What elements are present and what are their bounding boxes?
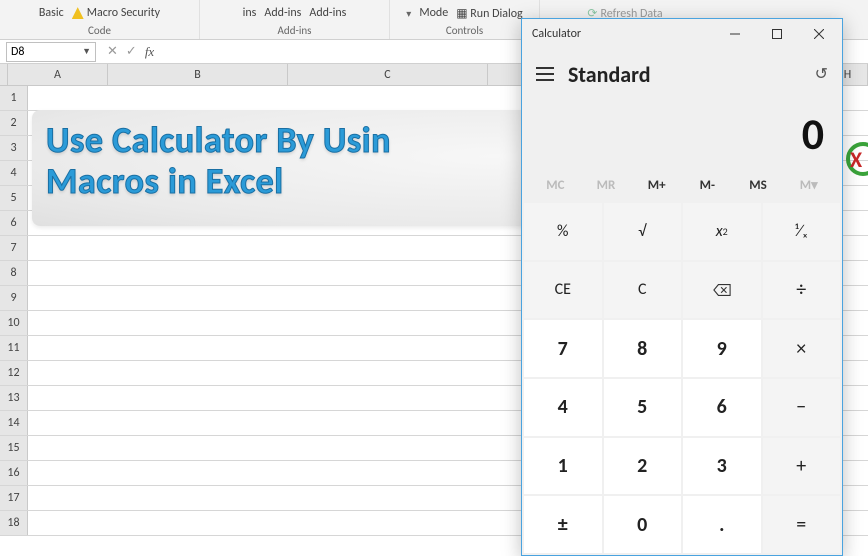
key-reciprocal[interactable]: ¹⁄ₓ [763, 203, 841, 260]
ribbon-addins2[interactable]: Add-ins [309, 6, 346, 20]
key-x²[interactable]: x2 [683, 203, 761, 260]
key-minus[interactable]: − [763, 379, 841, 436]
key-backspace[interactable] [683, 262, 761, 319]
column-header-A[interactable]: A [8, 64, 108, 85]
row-header-17[interactable]: 17 [0, 486, 28, 510]
maximize-button[interactable] [756, 19, 798, 49]
ribbon-ins[interactable]: ins [243, 6, 257, 20]
column-header-B[interactable]: B [108, 64, 288, 85]
row-header-7[interactable]: 7 [0, 236, 28, 260]
key-8[interactable]: 8 [604, 320, 682, 377]
key-4[interactable]: 4 [524, 379, 602, 436]
row-header-14[interactable]: 14 [0, 411, 28, 435]
row-header-15[interactable]: 15 [0, 436, 28, 460]
calculator-display: 0 [522, 99, 842, 169]
row-header-4[interactable]: 4 [0, 161, 28, 185]
select-all-corner[interactable] [0, 64, 8, 85]
minimize-button[interactable] [714, 19, 756, 49]
row-header-12[interactable]: 12 [0, 361, 28, 385]
name-box[interactable]: D8 ▼ [6, 42, 96, 62]
history-icon[interactable]: ↺ [815, 64, 828, 84]
memory-row: MCMRM+M-MSM▾ [522, 169, 842, 201]
name-box-value: D8 [11, 45, 24, 59]
formula-cancel-icon: ✕ [107, 44, 118, 60]
ribbon-run-dialog[interactable]: ▦ Run Dialog [456, 6, 523, 21]
warning-icon [72, 7, 84, 19]
ribbon-mode[interactable]: Mode [419, 6, 448, 20]
row-header-10[interactable]: 10 [0, 311, 28, 335]
close-button[interactable] [798, 19, 840, 49]
key-C[interactable]: C [604, 262, 682, 319]
calculator-keypad: %√x2¹⁄ₓ CEC ÷ 789× 456− 123+ ±0.= [522, 201, 842, 555]
key-2[interactable]: 2 [604, 438, 682, 495]
row-header-16[interactable]: 16 [0, 461, 28, 485]
ribbon-addins1[interactable]: Add-ins [264, 6, 301, 20]
logo-fragment: X [844, 140, 868, 180]
memory-mr: MR [581, 169, 632, 201]
key-1[interactable]: 1 [524, 438, 602, 495]
memory-ms[interactable]: MS [733, 169, 784, 201]
row-header-18[interactable]: 18 [0, 511, 28, 535]
calculator-window: Calculator Standard ↺ 0 MCMRM+M-MSM▾ %√x… [521, 18, 843, 556]
row-header-2[interactable]: 2 [0, 111, 28, 135]
key-percent[interactable]: % [524, 203, 602, 260]
hamburger-menu-icon[interactable] [536, 67, 554, 81]
key-plusminus[interactable]: ± [524, 496, 602, 553]
row-header-8[interactable]: 8 [0, 261, 28, 285]
ribbon-group-addins-label: Add-ins [278, 24, 312, 37]
key-plus[interactable]: + [763, 438, 841, 495]
key-7[interactable]: 7 [524, 320, 602, 377]
key-CE[interactable]: CE [524, 262, 602, 319]
memory-mdropdown: M▾ [783, 169, 834, 201]
row-header-6[interactable]: 6 [0, 211, 28, 235]
memory-m+[interactable]: M+ [631, 169, 682, 201]
formula-enter-icon: ✓ [126, 44, 137, 60]
ribbon-group-controls-label: Controls [446, 24, 483, 37]
row-header-13[interactable]: 13 [0, 386, 28, 410]
memory-m-[interactable]: M- [682, 169, 733, 201]
key-0[interactable]: 0 [604, 496, 682, 553]
key-9[interactable]: 9 [683, 320, 761, 377]
row-header-3[interactable]: 3 [0, 136, 28, 160]
key-equals[interactable]: = [763, 496, 841, 553]
column-header-C[interactable]: C [288, 64, 488, 85]
calculator-titlebar[interactable]: Calculator [522, 19, 842, 49]
key-multiply[interactable]: × [763, 320, 841, 377]
key-3[interactable]: 3 [683, 438, 761, 495]
ribbon-basic[interactable]: Basic [39, 6, 64, 20]
row-header-9[interactable]: 9 [0, 286, 28, 310]
key-sqrt[interactable]: √ [604, 203, 682, 260]
row-header-11[interactable]: 11 [0, 336, 28, 360]
ribbon-macro-security[interactable]: Macro Security [72, 6, 160, 20]
dropdown-arrow-icon[interactable]: ▾ [406, 7, 411, 20]
name-box-dropdown-icon[interactable]: ▼ [82, 46, 91, 57]
row-header-1[interactable]: 1 [0, 86, 28, 110]
key-5[interactable]: 5 [604, 379, 682, 436]
memory-mc: MC [530, 169, 581, 201]
calculator-mode: Standard [568, 61, 801, 88]
ribbon-group-code-label: Code [88, 24, 111, 37]
key-decimal[interactable]: . [683, 496, 761, 553]
row-header-5[interactable]: 5 [0, 186, 28, 210]
key-divide[interactable]: ÷ [763, 262, 841, 319]
fx-icon[interactable]: fx [145, 44, 154, 60]
calculator-title: Calculator [532, 27, 581, 41]
key-6[interactable]: 6 [683, 379, 761, 436]
